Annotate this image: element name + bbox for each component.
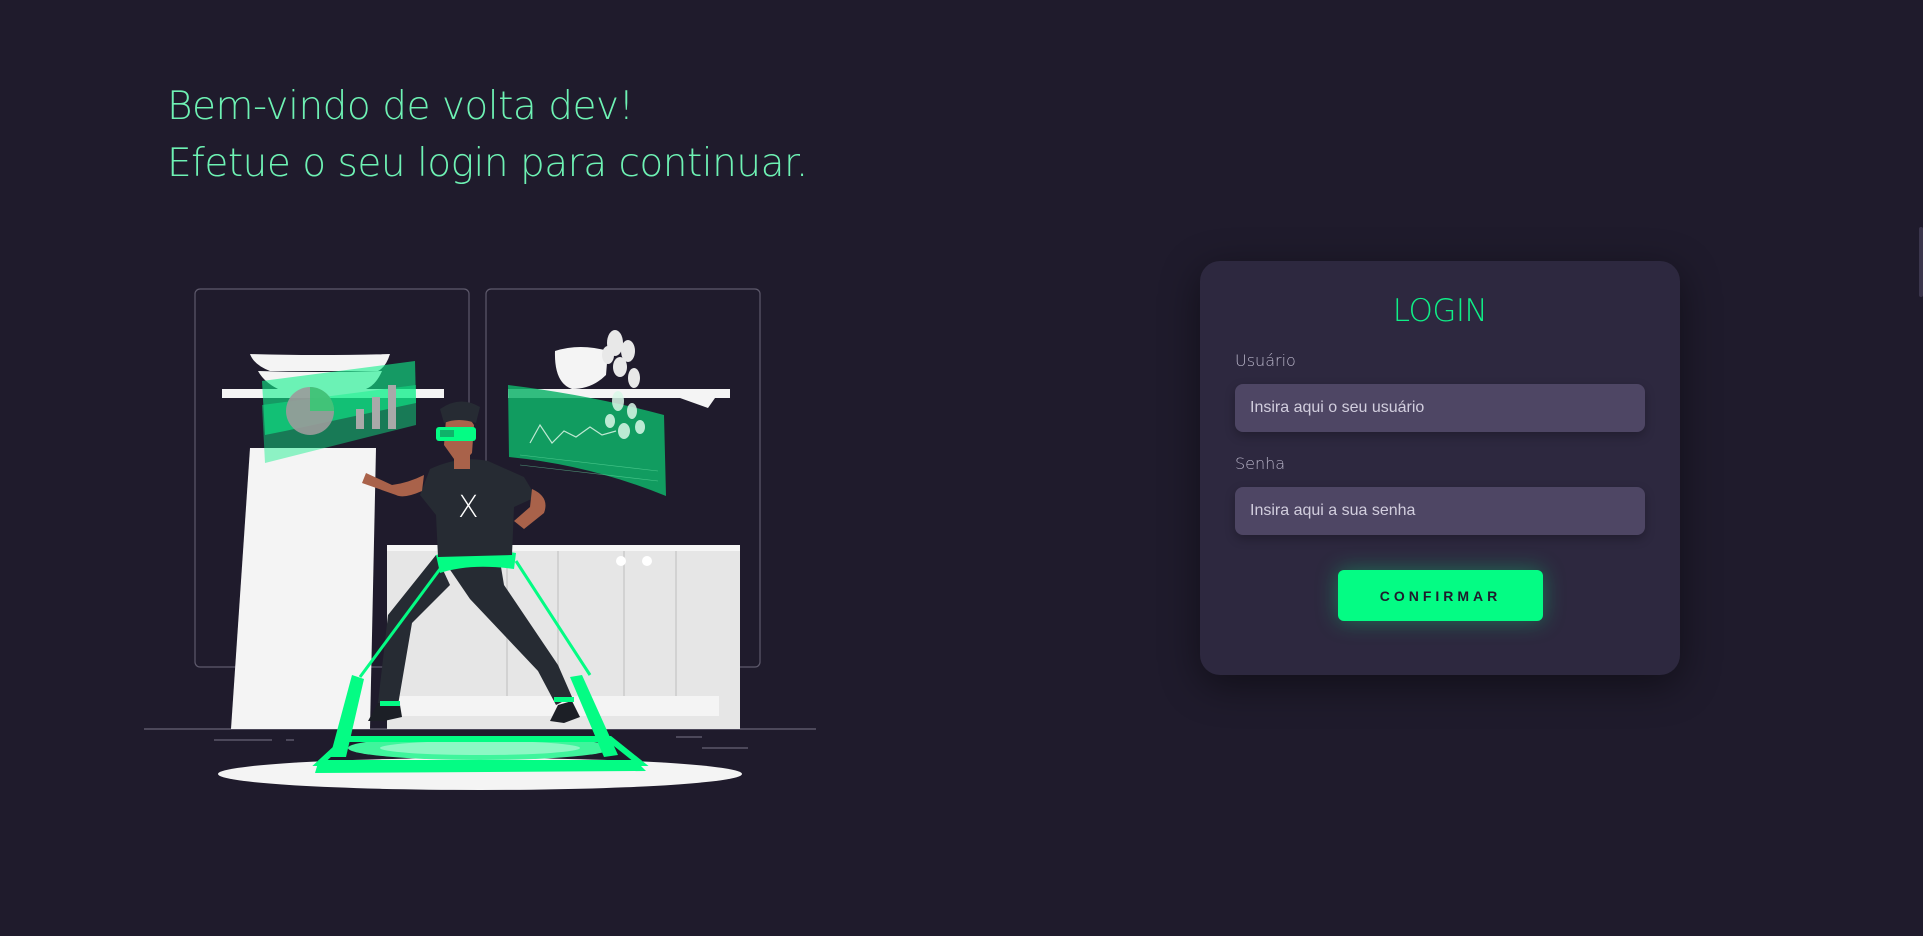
username-label: Usuário: [1235, 351, 1296, 370]
login-page: Bem-vindo de volta dev! Efetue o seu log…: [0, 0, 1923, 936]
login-prompt-line: Efetue o seu login para continuar.: [167, 141, 808, 186]
shirt-mark: X: [458, 490, 479, 525]
login-card: LOGIN Usuário Senha CONFIRMAR: [1200, 261, 1680, 675]
username-input[interactable]: [1235, 384, 1645, 432]
login-title: LOGIN: [1392, 293, 1488, 329]
password-input[interactable]: [1235, 487, 1645, 535]
scrollbar-thumb[interactable]: [1919, 227, 1923, 297]
vr-developer-illustration-icon: X: [144, 288, 816, 790]
password-label: Senha: [1235, 454, 1286, 473]
confirm-button[interactable]: CONFIRMAR: [1338, 570, 1543, 621]
welcome-line: Bem-vindo de volta dev!: [167, 84, 634, 129]
welcome-heading: Bem-vindo de volta dev! Efetue o seu log…: [167, 78, 808, 192]
